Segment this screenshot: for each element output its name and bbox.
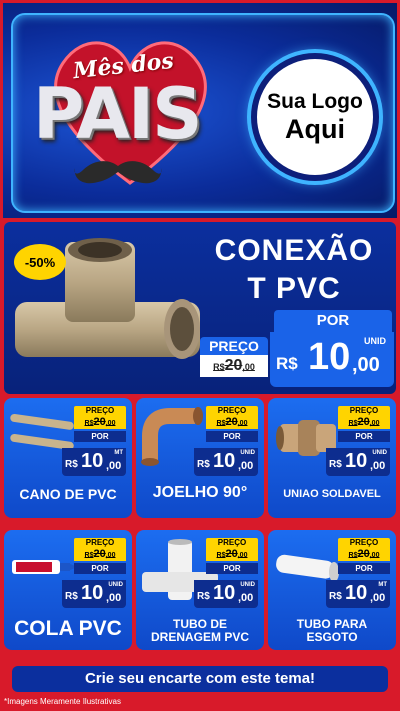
hero-offer[interactable]: -50% CONEXÃO T PVC POR PREÇO R$20,00 R$ … xyxy=(4,222,396,394)
tag-old-price: R$20,00 xyxy=(74,416,126,429)
por-label: POR xyxy=(274,310,392,332)
price-integer: 10 xyxy=(308,336,351,378)
tag-new-price: R$ 10,00 UNID xyxy=(194,580,258,608)
product-name: TUBO PARA ESGOTO xyxy=(296,616,368,644)
product-card[interactable]: PREÇO R$20,00 POR R$ 10,00 MT CANO DE PVC xyxy=(4,398,132,518)
product-name: COLA PVC xyxy=(14,616,122,640)
flyer-page: Mês dos PAIS Sua Logo Aqui -50% CONEXÃO … xyxy=(0,0,400,711)
unit-label: UNID xyxy=(364,336,386,346)
tag-por-label: POR xyxy=(74,563,126,574)
tag-new-price: R$ 10,00 MT xyxy=(62,448,126,476)
tag-por-label: POR xyxy=(338,431,390,442)
tag-old-price: R$20,00 xyxy=(338,416,390,429)
preco-label: PREÇO xyxy=(200,337,268,355)
discount-badge: -50% xyxy=(14,244,66,280)
tag-new-price: R$ 10,00 UNID xyxy=(326,448,390,476)
hero-title-line2: T PVC xyxy=(247,271,341,305)
product-card[interactable]: PREÇO R$20,00 POR R$ 10,00 UNID TUBO DE DR… xyxy=(136,530,264,650)
tag-preco-label: PREÇO xyxy=(338,406,390,416)
tag-new-price: R$ 10,00 UNID xyxy=(62,580,126,608)
brand-main-text: PAIS xyxy=(33,73,203,155)
cta-button[interactable]: Crie seu encarte com este tema! xyxy=(12,666,388,692)
price-decimal: ,00 xyxy=(352,354,380,376)
price-tag: PREÇO R$20,00 POR xyxy=(206,406,258,442)
price-tag: PREÇO R$20,00 POR xyxy=(74,538,126,574)
tag-preco-label: PREÇO xyxy=(74,406,126,416)
tag-por-label: POR xyxy=(74,431,126,442)
tag-new-price: R$ 10,00 MT xyxy=(326,580,390,608)
product-name: JOELHO 90° xyxy=(152,484,248,502)
header-banner: Mês dos PAIS Sua Logo Aqui xyxy=(0,0,400,218)
logo-placeholder[interactable]: Sua Logo Aqui xyxy=(251,53,379,181)
tag-por-label: POR xyxy=(206,563,258,574)
tag-old-price: R$20,00 xyxy=(338,548,390,561)
old-price: R$20,00 xyxy=(200,355,268,377)
product-card[interactable]: PREÇO R$20,00 POR R$ 10,00 UNID JOELHO 90° xyxy=(136,398,264,518)
tag-old-price: R$20,00 xyxy=(206,548,258,561)
tag-por-label: POR xyxy=(206,431,258,442)
tag-preco-label: PREÇO xyxy=(74,538,126,548)
product-name: TUBO DE DRENAGEM PVC xyxy=(150,616,249,644)
product-card[interactable]: PREÇO R$20,00 POR R$ 10,00 UNID COLA PVC xyxy=(4,530,132,650)
price-tag: PREÇO R$20,00 POR xyxy=(338,538,390,574)
tag-old-price: R$20,00 xyxy=(206,416,258,429)
price-tag: PREÇO R$20,00 POR xyxy=(206,538,258,574)
offers-area: -50% CONEXÃO T PVC POR PREÇO R$20,00 R$ … xyxy=(0,218,400,711)
hero-title: CONEXÃO T PVC xyxy=(194,232,394,307)
currency-label: R$ xyxy=(276,354,298,373)
old-price-box: PREÇO R$20,00 xyxy=(200,337,268,377)
logo-line1: Sua Logo xyxy=(267,89,363,113)
logo-line2: Aqui xyxy=(285,114,345,145)
price-tag: PREÇO R$20,00 POR xyxy=(338,406,390,442)
tag-new-price: R$ 10,00 UNID xyxy=(194,448,258,476)
tag-preco-label: PREÇO xyxy=(338,538,390,548)
product-card[interactable]: PREÇO R$20,00 POR R$ 10,00 UNID UNIAO SOLD… xyxy=(268,398,396,518)
product-card[interactable]: PREÇO R$20,00 POR R$ 10,00 MT TUBO PARA ES… xyxy=(268,530,396,650)
disclaimer-text: *Imagens Meramente Ilustrativas xyxy=(4,697,121,706)
tag-preco-label: PREÇO xyxy=(206,538,258,548)
price-tag: PREÇO R$20,00 POR xyxy=(74,406,126,442)
product-name: CANO DE PVC xyxy=(19,485,117,502)
product-name: UNIAO SOLDAVEL xyxy=(283,487,381,500)
tag-preco-label: PREÇO xyxy=(206,406,258,416)
mustache-icon xyxy=(74,161,162,184)
tag-por-label: POR xyxy=(338,563,390,574)
new-price: R$ 10 ,00 UNID xyxy=(270,332,394,387)
tag-old-price: R$20,00 xyxy=(74,548,126,561)
hero-title-line1: CONEXÃO xyxy=(214,234,374,267)
